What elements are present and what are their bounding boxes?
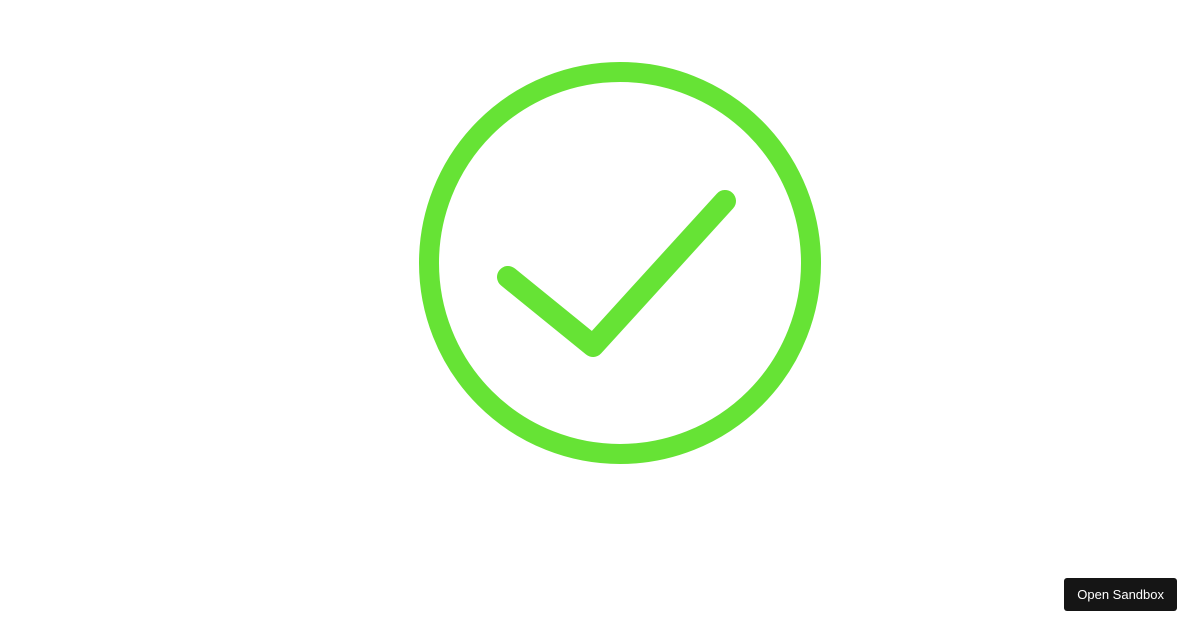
checkmark-stroke bbox=[497, 190, 736, 357]
page-canvas: Open Sandbox bbox=[0, 0, 1200, 630]
success-ring bbox=[419, 62, 821, 464]
open-sandbox-button[interactable]: Open Sandbox bbox=[1064, 578, 1177, 611]
check-circle-icon bbox=[418, 61, 822, 465]
check-circle-icon-graphic bbox=[419, 62, 821, 464]
